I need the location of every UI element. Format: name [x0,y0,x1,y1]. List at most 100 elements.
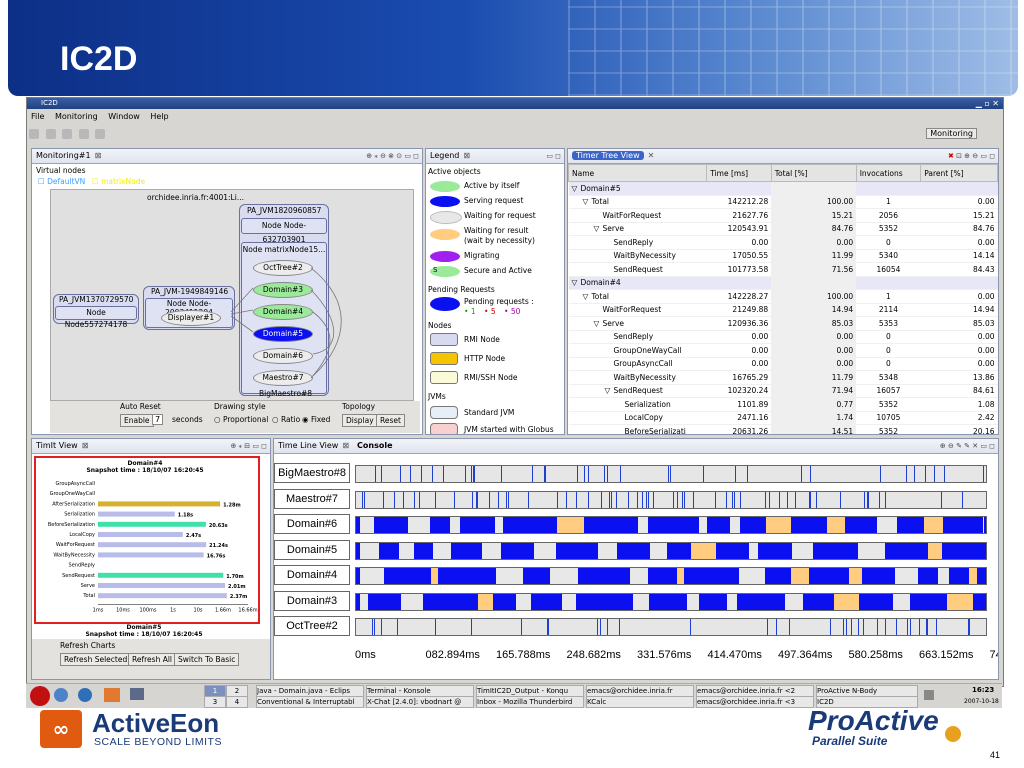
timer-domain-row[interactable]: ▽ Domain#4 [568,276,998,290]
timeline-bar[interactable] [355,490,987,509]
timer-row[interactable]: ▽ Total 142228.27 100.00 1 0.00 [568,289,998,304]
enable-button[interactable]: Enable [120,414,154,427]
tab-console[interactable]: Console [357,441,393,450]
col-invocations[interactable]: Invocations [855,164,922,182]
timeline-row-label[interactable]: OctTree#2 [274,616,350,636]
topology-reset-button[interactable]: Reset [376,414,405,427]
timeline-row-label[interactable]: Maestro#7 [274,488,350,509]
timer-row[interactable]: GroupAsyncCall 0.00 0.00 0 0.00 [568,357,998,371]
tab-monitoring[interactable]: Monitoring#1 ⊠ ⊕ ⁎ ⊖ ⊗ ⊙ ▭ ◻ [32,149,422,164]
window-controls[interactable]: ▁ ▫ ✕ [976,98,999,109]
home-icon[interactable] [104,688,120,702]
monitoring-perspective-button[interactable]: Monitoring [926,128,977,139]
tab-timeline[interactable]: Time Line View ⊠ Console ⊕ ⊖ ✎ ✎ ✕ ▭ ◻ [274,439,998,454]
switch-to-basic-button[interactable]: Switch To Basic [174,653,240,666]
edit-icon[interactable] [95,129,106,139]
proactive-logo-mark [945,726,961,742]
timer-row[interactable]: SendReply 0.00 0.00 0 0.00 [568,235,998,250]
timer-name-cell: SendRequest [568,262,707,277]
timer-row[interactable]: WaitForRequest 21249.88 14.94 2114 14.94 [568,303,998,317]
refresh-selected-button[interactable]: Refresh Selected [60,653,132,666]
timer-row[interactable]: GroupOneWayCall 0.00 0.00 0 0.00 [568,343,998,358]
browser-icon[interactable] [54,688,68,702]
save-icon[interactable] [29,129,39,139]
menu-monitoring[interactable]: Monitoring [55,112,98,121]
debug-icon[interactable] [78,129,89,139]
timer-row[interactable]: ▽ Serve 120543.91 84.76 5352 84.76 [568,222,998,236]
reset-seconds-input[interactable]: 7 [152,414,164,425]
timer-row[interactable]: WaitByNecessity 16765.29 11.79 5348 13.86 [568,370,998,385]
timer-row[interactable]: BeforeSerializati 20631.26 14.51 5352 20.16 [568,424,998,434]
expand-toggle-icon[interactable]: ▽ [594,224,603,233]
timer-row[interactable]: SendReply 0.00 0.00 0 0.00 [568,330,998,344]
timer-cell-inv [856,276,921,290]
slide-title: IC2D [60,40,138,78]
vn-matrixnode[interactable]: ☐ matrixNode [92,177,145,186]
timer-cell-t: 2471.16 [706,411,772,425]
timer-row[interactable]: ▽ Serve 120936.36 85.03 5353 85.03 [568,316,998,331]
timeline-row-label[interactable]: Domain#4 [274,565,350,585]
open-icon[interactable] [45,129,56,139]
taskbar-task[interactable]: emacs@orchidee.inria.fr <3 [696,696,814,708]
expand-toggle-icon[interactable]: ▽ [594,319,603,328]
fixed-radio[interactable]: ◉ Fixed [302,415,330,424]
category-label: WaitByNecessity [53,552,95,558]
workspace-4[interactable]: 4 [226,696,248,708]
terminal-icon[interactable] [130,688,144,700]
timer-row[interactable]: WaitForRequest 21627.76 15.21 2056 15.21 [568,208,998,223]
col-time[interactable]: Time [ms] [706,164,772,182]
expand-toggle-icon[interactable]: ▽ [583,292,592,301]
tab-timer-tree[interactable]: Timer Tree View ✕ ✖ ⊡ ⊕ ⊖ ▭ ◻ [568,149,998,164]
tab-legend[interactable]: Legend ⊠ ▭ ◻ [426,149,564,164]
col-total[interactable]: Total [%] [770,164,857,182]
vn-defaultvn[interactable]: ☐ DefaultVN [38,177,85,186]
timeline-row-label[interactable]: BigMaestro#8 [274,463,350,483]
taskbar-task[interactable]: Inbox - Mozilla Thunderbird [476,696,584,708]
toolbar: Monitoring [27,126,1003,142]
timer-row[interactable]: Serialization 1101.89 0.77 5352 1.08 [568,397,998,412]
tray-icon[interactable] [924,690,934,700]
start-menu-icon[interactable] [30,686,50,706]
timer-cell-tot: 100.00 [771,195,857,209]
topology-canvas[interactable]: orchidee.inria.fr:4001:Li... PA_JVM18209… [50,189,414,401]
tab-timit[interactable]: TimIt View ⊠ ⊕ ⁎ ⊟ ▭ ◻ [32,439,270,454]
timeline-rows: BigMaestro#8 Maestro#7 Domain#6 Domain#5 Dom… [274,463,994,643]
timer-row[interactable]: ▽ Total 142212.28 100.00 1 0.00 [568,195,998,209]
virtual-nodes-label: Virtual nodes [36,166,86,175]
timeline-row-label[interactable]: Domain#6 [274,514,350,534]
timeline-bar[interactable] [355,567,987,585]
run-icon[interactable] [62,129,73,139]
topology-display-button[interactable]: Display [342,414,378,427]
timer-row[interactable]: WaitByNecessity 17050.55 11.99 5340 14.14 [568,249,998,263]
timeline-bar[interactable] [355,618,987,636]
taskbar-task[interactable]: X-Chat [2.4.0]: vbodnart @ [366,696,474,708]
ratio-radio[interactable]: ○ Ratio [272,415,300,424]
taskbar-task[interactable]: Conventional & Interruptabl [256,696,364,708]
timeline-bar[interactable] [355,592,987,611]
timeline-row-label[interactable]: Domain#3 [274,590,350,611]
proportional-radio[interactable]: ○ Proportional [214,415,268,424]
col-name[interactable]: Name [568,164,708,182]
expand-toggle-icon[interactable]: ▽ [583,197,592,206]
timer-row[interactable]: LocalCopy 2471.16 1.74 10705 2.42 [568,411,998,425]
menu-window[interactable]: Window [108,112,140,121]
workspace-3[interactable]: 3 [204,696,226,708]
timeline-bar[interactable] [355,465,987,483]
timer-row[interactable]: SendRequest 101773.58 71.56 16054 84.43 [568,262,998,277]
taskbar-task[interactable]: KCalc [586,696,694,708]
expand-toggle-icon[interactable]: ▽ [605,386,614,395]
bar-label: 1.70m [226,574,244,580]
x-tick-label: 1.66m [215,607,231,613]
refresh-all-button[interactable]: Refresh All [128,653,177,666]
timer-domain-row[interactable]: ▽ Domain#5 [568,181,998,196]
menu-help[interactable]: Help [150,112,168,121]
expand-toggle-icon[interactable]: ▽ [572,184,581,193]
menu-file[interactable]: File [31,112,44,121]
col-parent[interactable]: Parent [%] [920,164,998,182]
timeline-row-label[interactable]: Domain#5 [274,539,350,560]
expand-toggle-icon[interactable]: ▽ [572,278,581,287]
timer-row[interactable]: ▽ SendRequest 102320.24 71.94 16057 84.61 [568,384,998,398]
timeline-bar[interactable] [355,516,987,534]
timeline-bar[interactable] [355,541,987,560]
mail-icon[interactable] [78,688,92,702]
